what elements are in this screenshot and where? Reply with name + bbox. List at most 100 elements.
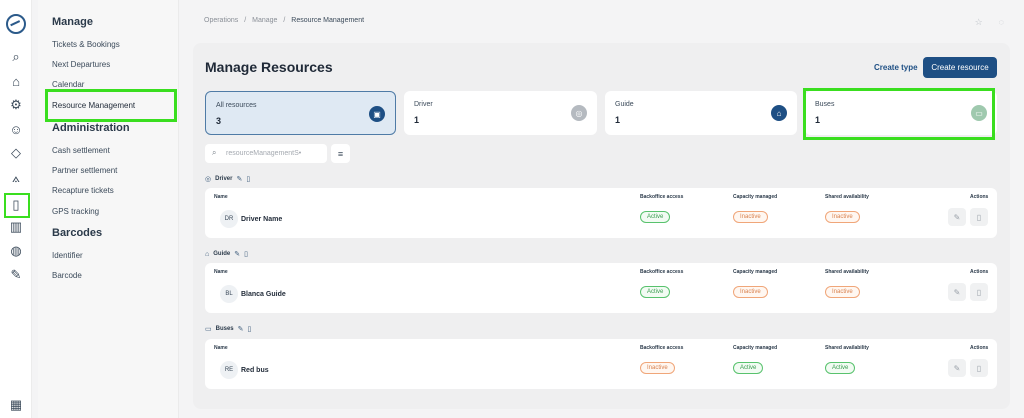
row-name[interactable]: Blanca Guide bbox=[241, 291, 286, 298]
submenu-item-recapture-tickets[interactable]: Recapture tickets bbox=[52, 186, 114, 195]
status-badge: Active bbox=[640, 286, 671, 298]
section-barcodes: Barcodes bbox=[52, 227, 103, 239]
avatar: DR bbox=[220, 210, 238, 228]
breadcrumb-separator: / bbox=[283, 17, 286, 24]
search-icon: ⌕ bbox=[212, 148, 217, 157]
delete-button[interactable]: ▯ bbox=[970, 208, 988, 226]
submenu-item-next-departures[interactable]: Next Departures bbox=[52, 60, 110, 69]
page-title: Manage Resources bbox=[205, 59, 333, 75]
card-label: Driver bbox=[414, 101, 433, 108]
breadcrumb-current: Resource Management bbox=[291, 17, 365, 24]
breadcrumb: Operations / Manage / Resource Managemen… bbox=[204, 17, 364, 24]
guide-icon: ⌂ bbox=[205, 250, 210, 258]
group-table-driver: Name Backoffice access Capacity managed … bbox=[205, 188, 997, 238]
delete-button[interactable]: ▯ bbox=[970, 283, 988, 301]
section-administration: Administration bbox=[52, 122, 130, 134]
edit-button[interactable]: ✎ bbox=[948, 359, 966, 377]
col-name: Name bbox=[214, 345, 228, 351]
group-header-buses: ▭ Buses ✎ ▯ bbox=[205, 325, 251, 333]
edit-icon: ✎ bbox=[953, 363, 961, 373]
row-name[interactable]: Red bus bbox=[241, 367, 269, 374]
trash-icon: ▯ bbox=[976, 287, 982, 297]
col-backoffice: Backoffice access bbox=[640, 194, 684, 200]
submenu-item-cash-settlement[interactable]: Cash settlement bbox=[52, 146, 110, 155]
group-header-driver: ◎ Driver ✎ ▯ bbox=[205, 175, 250, 183]
col-shared: Shared availability bbox=[825, 345, 869, 351]
col-backoffice: Backoffice access bbox=[640, 345, 684, 351]
search-input[interactable]: ⌕ resourceManagementS• bbox=[205, 144, 327, 163]
group-table-buses: Name Backoffice access Capacity managed … bbox=[205, 339, 997, 389]
breadcrumb-separator: / bbox=[244, 17, 247, 24]
wrench-icon[interactable]: ✎ bbox=[7, 266, 25, 284]
star-icon[interactable]: ☆ bbox=[975, 17, 983, 28]
edit-icon[interactable]: ✎ bbox=[238, 325, 244, 333]
col-actions: Actions bbox=[970, 345, 989, 351]
tag-icon[interactable]: ◇ bbox=[7, 144, 25, 162]
settings-icon[interactable]: ⚙ bbox=[7, 96, 25, 114]
status-badge: Active bbox=[825, 362, 856, 374]
status-badge: Active bbox=[640, 211, 671, 223]
edit-icon[interactable]: ✎ bbox=[234, 250, 240, 258]
status-badge: Inactive bbox=[640, 362, 675, 374]
logo-icon[interactable] bbox=[6, 14, 26, 34]
network-icon[interactable]: ⟑ bbox=[7, 169, 25, 187]
submenu-item-identifier[interactable]: Identifier bbox=[52, 251, 83, 260]
card-label: Guide bbox=[615, 101, 634, 108]
edit-icon[interactable]: ✎ bbox=[236, 175, 242, 183]
breadcrumb-manage[interactable]: Manage bbox=[252, 17, 277, 24]
status-badge: Inactive bbox=[825, 286, 860, 298]
edit-button[interactable]: ✎ bbox=[948, 283, 966, 301]
breadcrumb-operations[interactable]: Operations bbox=[204, 17, 238, 24]
avatar: RE bbox=[220, 361, 238, 379]
trash-icon[interactable]: ▯ bbox=[248, 325, 252, 333]
submenu: Manage Tickets & Bookings Next Departure… bbox=[38, 0, 179, 418]
col-shared: Shared availability bbox=[825, 194, 869, 200]
submenu-item-calendar[interactable]: Calendar bbox=[52, 80, 84, 89]
filter-icon: ≡ bbox=[337, 148, 344, 159]
submenu-item-barcode[interactable]: Barcode bbox=[52, 271, 82, 280]
card-all-resources[interactable]: All resources 3 ▣ bbox=[205, 91, 396, 135]
col-capacity: Capacity managed bbox=[733, 345, 778, 351]
trash-icon: ▯ bbox=[976, 363, 982, 373]
user-icon[interactable]: ☺ bbox=[7, 120, 25, 138]
card-count: 1 bbox=[414, 115, 420, 125]
card-selection-highlight bbox=[803, 88, 995, 140]
col-name: Name bbox=[214, 194, 228, 200]
building-icon[interactable]: ▦ bbox=[7, 396, 25, 414]
create-resource-button[interactable]: Create resource bbox=[923, 57, 997, 78]
col-shared: Shared availability bbox=[825, 269, 869, 275]
chart-icon[interactable]: ▥ bbox=[7, 218, 25, 236]
create-type-link[interactable]: Create type bbox=[874, 63, 918, 72]
delete-button[interactable]: ▯ bbox=[970, 359, 988, 377]
status-badge: Inactive bbox=[825, 211, 860, 223]
col-capacity: Capacity managed bbox=[733, 269, 778, 275]
edit-icon: ✎ bbox=[953, 287, 961, 297]
submenu-item-partner-settlement[interactable]: Partner settlement bbox=[52, 166, 117, 175]
help-icon[interactable]: ◌ bbox=[999, 17, 1004, 28]
card-guide[interactable]: Guide 1 ⌂ bbox=[605, 91, 797, 135]
group-title: Driver bbox=[215, 176, 233, 182]
card-label: All resources bbox=[216, 102, 257, 109]
trash-icon[interactable]: ▯ bbox=[244, 250, 248, 258]
submenu-item-gps-tracking[interactable]: GPS tracking bbox=[52, 207, 99, 216]
group-title: Guide bbox=[213, 251, 231, 257]
filter-button[interactable]: ≡ bbox=[331, 144, 350, 163]
row-name[interactable]: Driver Name bbox=[241, 216, 282, 223]
card-driver[interactable]: Driver 1 ◎ bbox=[404, 91, 597, 135]
col-capacity: Capacity managed bbox=[733, 194, 778, 200]
globe-icon[interactable]: ◍ bbox=[7, 242, 25, 260]
status-badge: Inactive bbox=[733, 211, 768, 223]
group-table-guide: Name Backoffice access Capacity managed … bbox=[205, 263, 997, 313]
status-badge: Inactive bbox=[733, 286, 768, 298]
submenu-item-tickets[interactable]: Tickets & Bookings bbox=[52, 40, 120, 49]
header-icons: ☆ ◌ bbox=[975, 17, 1004, 28]
icon-rail: ⌕ ⌂ ⚙ ☺ ◇ ⟑ ▯ ▥ ◍ ✎ ▦ bbox=[0, 0, 32, 418]
trash-icon[interactable]: ▯ bbox=[246, 175, 250, 183]
group-title: Buses bbox=[215, 326, 234, 332]
avatar: BL bbox=[220, 285, 238, 303]
search-icon[interactable]: ⌕ bbox=[7, 48, 25, 66]
col-actions: Actions bbox=[970, 269, 989, 275]
home-icon[interactable]: ⌂ bbox=[7, 72, 25, 90]
edit-button[interactable]: ✎ bbox=[948, 208, 966, 226]
rail-selection-highlight bbox=[4, 193, 30, 218]
